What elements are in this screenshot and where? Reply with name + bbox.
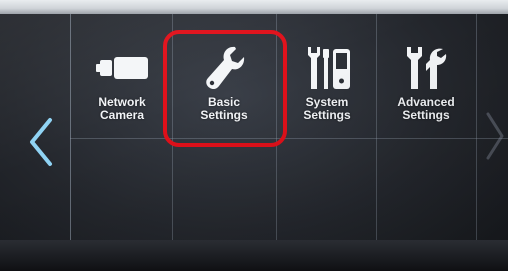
advanced-settings-icon	[396, 46, 456, 90]
tile-label: Network Camera	[98, 95, 146, 122]
tile-label: Basic Settings	[200, 95, 248, 122]
camera-icon	[92, 46, 152, 90]
chevron-right-icon	[486, 112, 504, 160]
tile-basic-settings[interactable]: Basic Settings	[174, 14, 274, 136]
system-settings-icon	[297, 46, 357, 90]
head-unit-screen: Network Camera Basic Settings System Set…	[0, 0, 508, 271]
grid-divider	[70, 138, 508, 139]
next-page-button[interactable]	[484, 108, 506, 164]
tile-advanced-settings[interactable]: Advanced Settings	[376, 14, 476, 136]
screen-edge	[0, 0, 508, 14]
tile-label: Advanced Settings	[397, 95, 455, 122]
grid-divider	[70, 14, 71, 240]
tile-system-settings[interactable]: System Settings	[277, 14, 377, 136]
wrench-icon	[194, 46, 254, 90]
grid-divider	[172, 14, 173, 240]
tile-label: System Settings	[303, 95, 351, 122]
grid-divider	[476, 14, 477, 240]
chevron-left-icon	[30, 118, 52, 166]
screen-bezel	[0, 240, 508, 271]
tile-network-camera[interactable]: Network Camera	[72, 14, 172, 136]
prev-page-button[interactable]	[26, 114, 56, 170]
